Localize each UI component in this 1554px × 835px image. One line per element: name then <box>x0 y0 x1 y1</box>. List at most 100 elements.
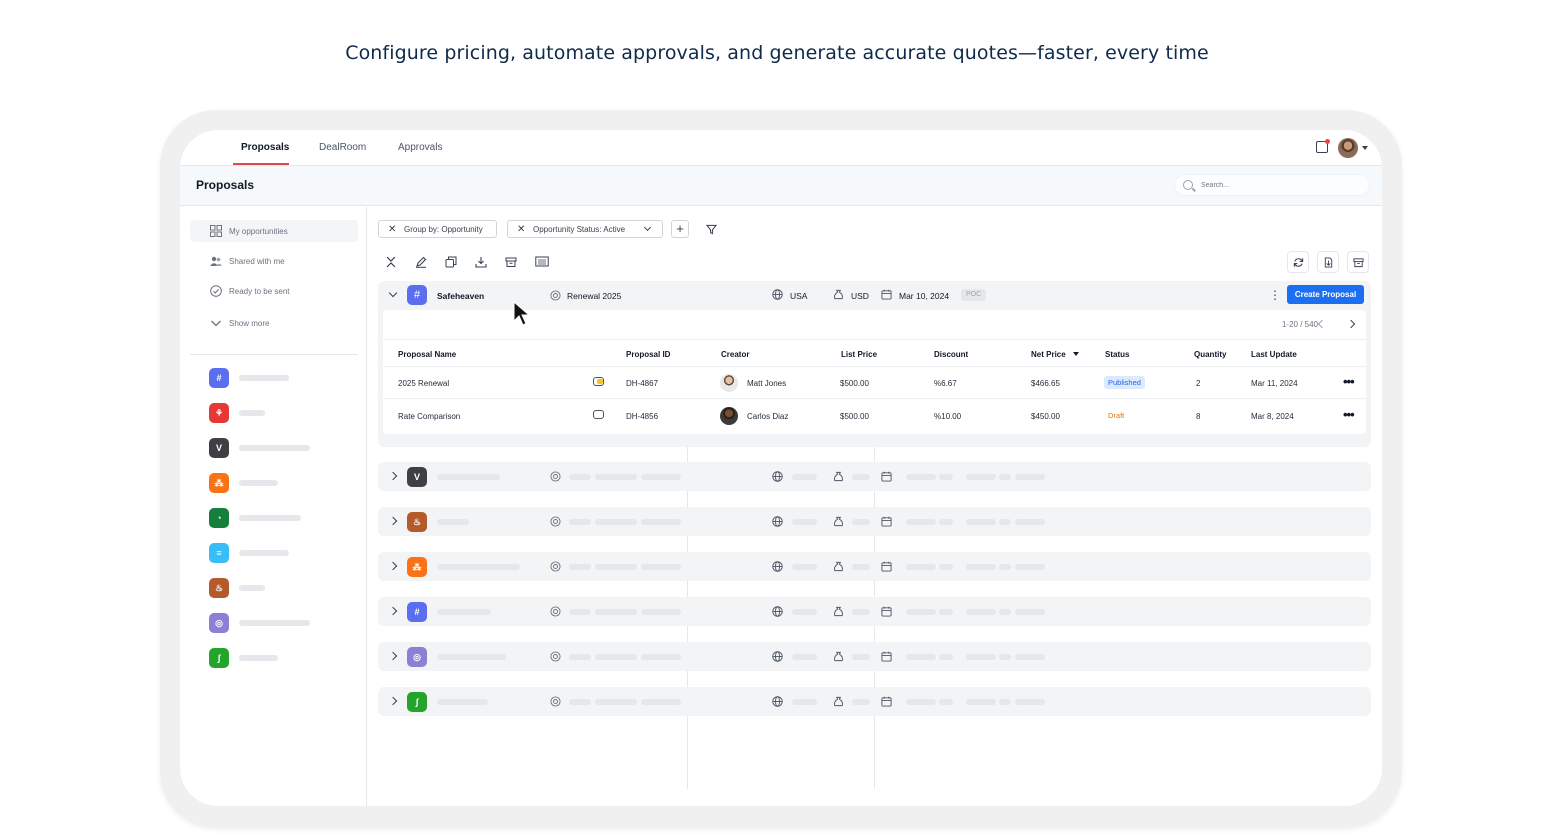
presentation-icon[interactable] <box>535 256 549 268</box>
chevron-down-icon[interactable] <box>388 288 398 298</box>
sidebar: My opportunities Shared with me Ready to… <box>180 207 367 806</box>
app-logo[interactable]: ≡ <box>209 543 229 563</box>
sidebar-item-ready-to-be-sent[interactable]: Ready to be sent <box>190 280 358 302</box>
table-header: Proposal Name Proposal ID Creator List P… <box>383 339 1366 367</box>
skeleton-label <box>437 564 520 570</box>
column-header[interactable]: Creator <box>721 350 749 359</box>
opportunity-group-collapsed[interactable]: ◎ <box>378 642 1371 671</box>
tab-proposals[interactable]: Proposals <box>241 142 289 153</box>
column-header[interactable]: Status <box>1105 350 1129 359</box>
more-options-icon[interactable]: ⋮ <box>1269 289 1281 301</box>
column-header[interactable]: Quantity <box>1194 350 1226 359</box>
chevron-right-icon[interactable] <box>388 471 398 481</box>
archive-button[interactable] <box>1347 251 1369 273</box>
globe-icon <box>772 606 783 617</box>
more-options-icon[interactable]: ••• <box>1343 375 1355 388</box>
copy-icon[interactable] <box>445 256 457 268</box>
user-avatar[interactable] <box>1338 138 1358 158</box>
create-proposal-button[interactable]: Create Proposal <box>1287 285 1364 304</box>
calendar-icon <box>881 696 892 707</box>
app-logo[interactable]: ∫ <box>209 648 229 668</box>
sidebar-item-shared-with-me[interactable]: Shared with me <box>190 250 358 272</box>
archive-icon[interactable] <box>505 256 517 268</box>
add-filter-button[interactable]: + <box>671 220 689 238</box>
device-frame: Proposals DealRoom Approvals Proposals M… <box>160 110 1402 828</box>
creator-name: Carlos Diaz <box>747 412 789 421</box>
chevron-right-icon[interactable] <box>388 561 398 571</box>
tab-dealroom[interactable]: DealRoom <box>319 142 366 153</box>
skeleton-label <box>569 519 591 525</box>
column-header[interactable]: Proposal Name <box>398 350 456 359</box>
filter-settings-button[interactable] <box>702 220 720 238</box>
more-options-icon[interactable]: ••• <box>1343 408 1355 421</box>
skeleton-label <box>569 699 591 705</box>
chevron-right-icon[interactable] <box>388 651 398 661</box>
skeleton-label <box>595 699 637 705</box>
opportunity-group-collapsed[interactable]: ♨ <box>378 507 1371 536</box>
chevron-right-icon[interactable] <box>388 606 398 616</box>
skeleton-label <box>239 515 301 521</box>
chevron-right-icon[interactable] <box>388 696 398 706</box>
tab-approvals[interactable]: Approvals <box>398 142 442 153</box>
skeleton-label <box>1015 699 1045 705</box>
app-logo[interactable]: ◎ <box>209 613 229 633</box>
opportunity-group-collapsed[interactable]: ∫ <box>378 687 1371 716</box>
proposal-name[interactable]: 2025 Renewal <box>398 379 449 388</box>
collapse-all-icon[interactable] <box>385 256 397 268</box>
creator-avatar <box>720 374 738 392</box>
skeleton-label <box>641 699 681 705</box>
sidebar-item-show-more[interactable]: Show more <box>190 312 358 334</box>
opportunity-icon <box>550 290 561 301</box>
column-header[interactable]: List Price <box>841 350 877 359</box>
table-row[interactable]: 2025 Renewal DH-4867 Matt Jones $500.00 … <box>383 367 1366 399</box>
column-header[interactable]: Last Update <box>1251 350 1297 359</box>
download-icon[interactable] <box>475 256 487 268</box>
app-logo[interactable]: ◔ <box>209 508 229 528</box>
status-filter-chip[interactable]: ✕ Opportunity Status: Active <box>507 220 663 238</box>
sort-desc-icon[interactable] <box>1073 352 1079 356</box>
list-price: $500.00 <box>840 412 869 421</box>
column-header[interactable]: Net Price <box>1031 350 1066 359</box>
chevron-right-icon[interactable] <box>388 516 398 526</box>
globe-icon <box>772 561 783 572</box>
export-button[interactable] <box>1317 251 1339 273</box>
skeleton-label <box>641 474 681 480</box>
opportunity-group-collapsed[interactable]: ⁂ <box>378 552 1371 581</box>
caret-down-icon[interactable] <box>1362 146 1368 150</box>
search-input[interactable] <box>1201 179 1361 192</box>
globe-icon <box>772 289 783 300</box>
column-header[interactable]: Proposal ID <box>626 350 670 359</box>
status-badge: Draft <box>1104 409 1129 422</box>
table-row[interactable]: Rate Comparison DH-4856 Carlos Diaz $500… <box>383 400 1366 432</box>
edit-icon[interactable] <box>415 256 427 268</box>
app-logo[interactable]: ⚘ <box>209 403 229 423</box>
company-logo: ⁂ <box>407 557 427 577</box>
column-header[interactable]: Discount <box>934 350 968 359</box>
proposal-name[interactable]: Rate Comparison <box>398 412 460 421</box>
skeleton-label <box>999 654 1011 660</box>
close-icon[interactable]: ✕ <box>517 224 525 235</box>
skeleton-label <box>595 654 637 660</box>
skeleton-label <box>792 654 817 660</box>
discount: %10.00 <box>934 412 962 421</box>
skeleton-label <box>437 609 491 615</box>
comment-icon[interactable] <box>593 410 604 419</box>
search-box[interactable] <box>1174 174 1370 196</box>
skeleton-label <box>1015 519 1045 525</box>
sidebar-item-my-opportunities[interactable]: My opportunities <box>190 220 358 242</box>
notification-icon[interactable] <box>1316 139 1330 153</box>
comment-icon[interactable] <box>593 377 604 386</box>
app-logo[interactable]: # <box>209 368 229 388</box>
opportunity-group-collapsed[interactable]: # <box>378 597 1371 626</box>
close-icon[interactable]: ✕ <box>388 224 396 235</box>
opportunity-group-collapsed[interactable]: V <box>378 462 1371 491</box>
company-name[interactable]: Safeheaven <box>437 291 484 301</box>
app-logo[interactable]: ⁂ <box>209 473 229 493</box>
app-logo[interactable]: V <box>209 438 229 458</box>
chevron-left-icon[interactable] <box>1317 319 1327 329</box>
refresh-button[interactable] <box>1287 251 1309 273</box>
chevron-right-icon[interactable] <box>1346 319 1356 329</box>
group-by-chip[interactable]: ✕ Group by: Opportunity <box>378 220 497 238</box>
skeleton-label <box>999 699 1011 705</box>
app-logo[interactable]: ♨ <box>209 578 229 598</box>
